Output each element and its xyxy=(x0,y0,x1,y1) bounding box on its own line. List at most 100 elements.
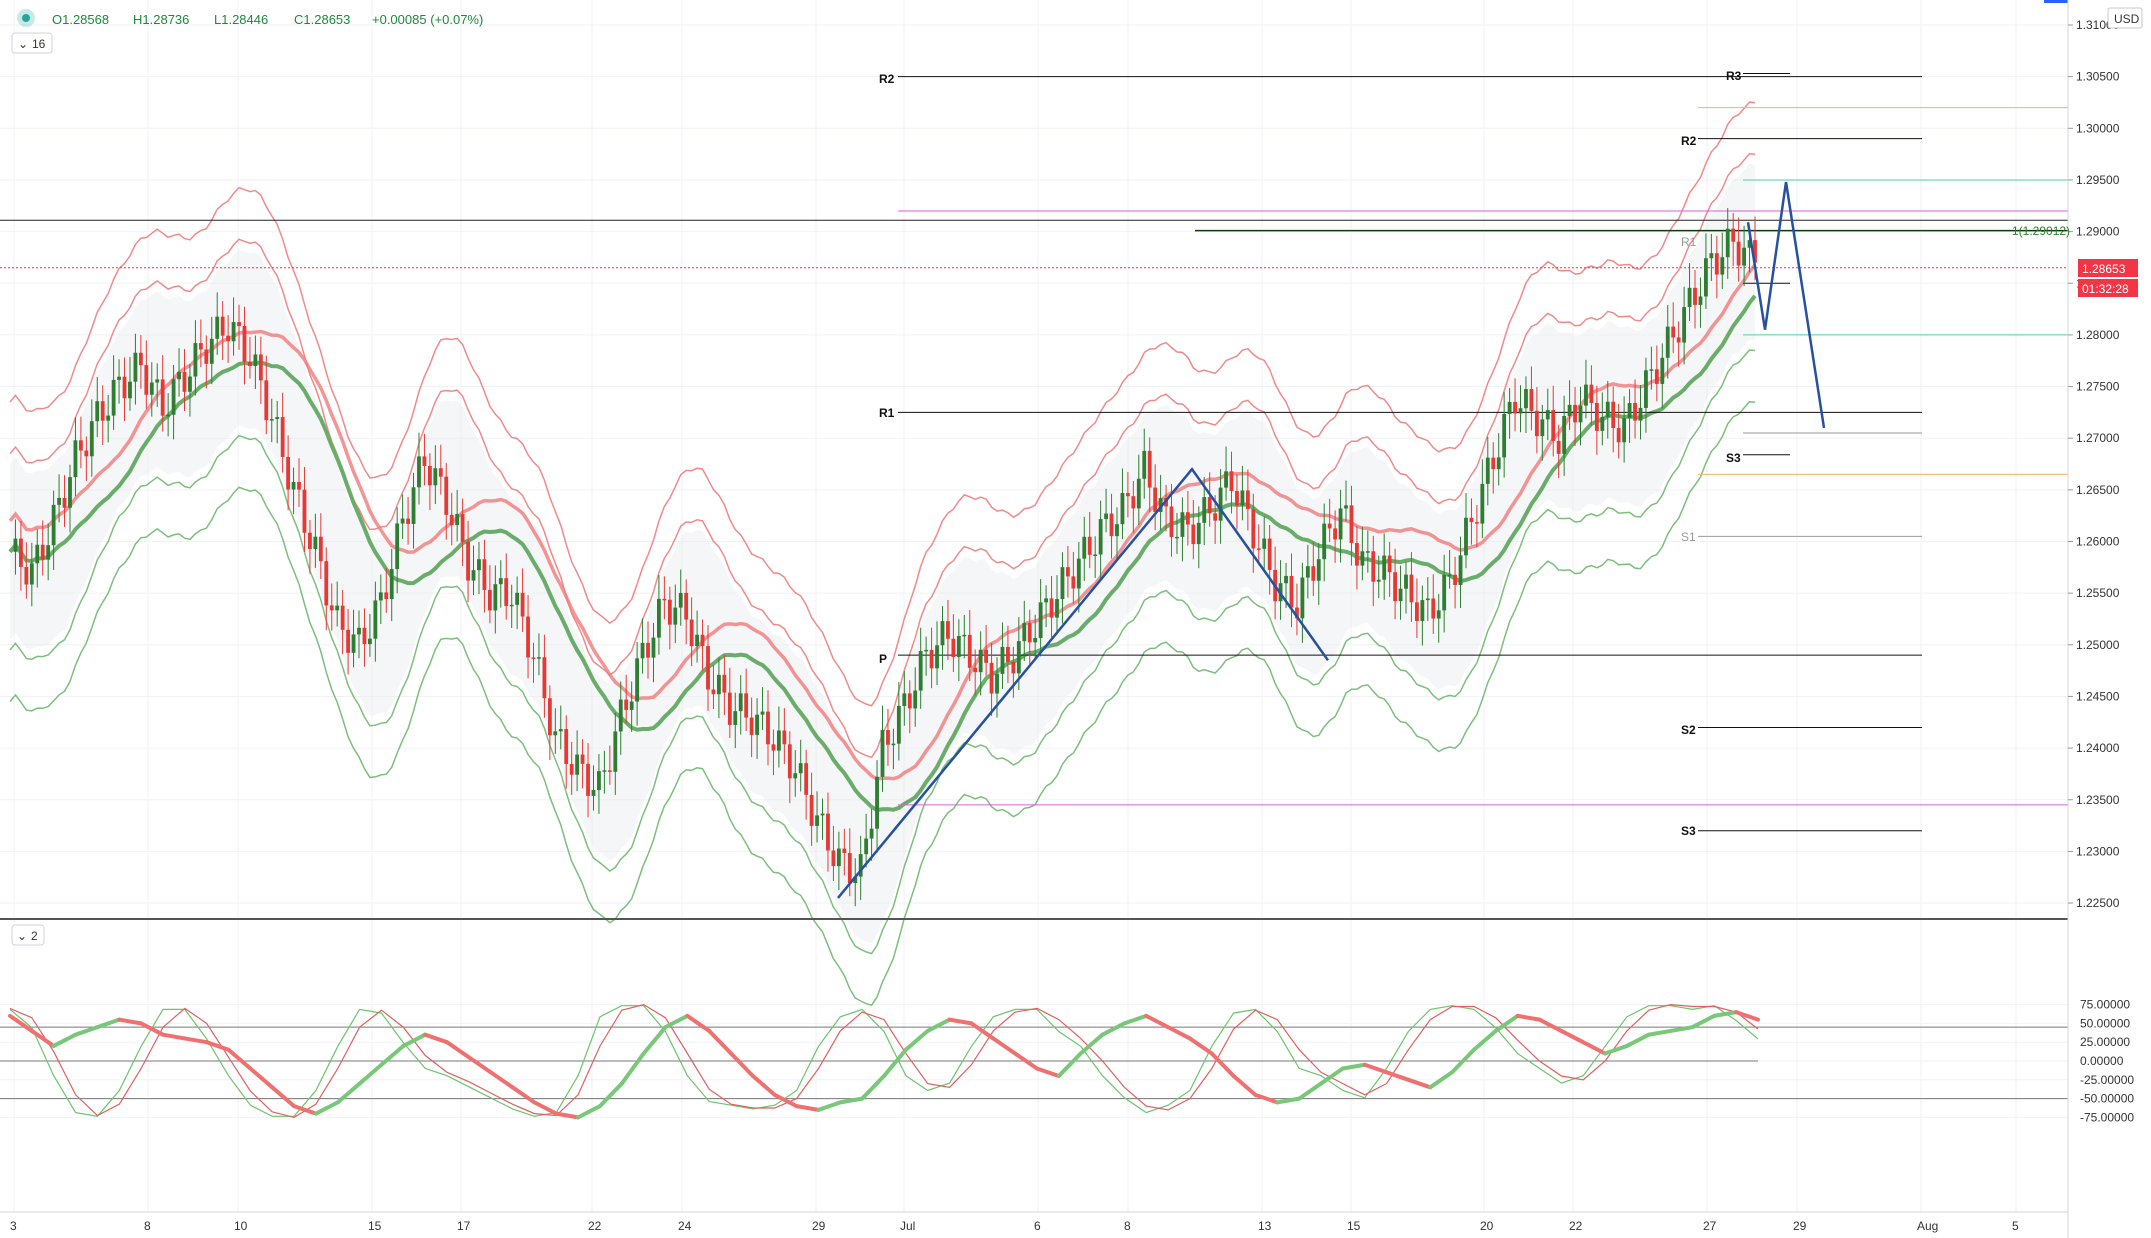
osc-main-segment xyxy=(663,1013,690,1030)
time-tick-label: 22 xyxy=(1569,1219,1583,1233)
candle-bull xyxy=(400,518,405,524)
candle-bull xyxy=(558,729,563,732)
bar-countdown: 01:32:28 xyxy=(2082,282,2129,296)
osc-tick-label: -75.00000 xyxy=(2080,1110,2134,1124)
candle-bear xyxy=(586,763,590,796)
candle-bull xyxy=(1316,559,1321,581)
candle-bear xyxy=(1191,524,1196,545)
candle-bull xyxy=(1115,524,1119,537)
osc-main-segment xyxy=(903,1028,930,1052)
candle-bull xyxy=(1709,253,1714,259)
candle-bear xyxy=(220,316,225,336)
candle-bull xyxy=(1224,471,1228,488)
chart-svg[interactable]: 38101517222429Jul68131520222729Aug5A O1.… xyxy=(0,0,2151,1238)
candle-bear xyxy=(1534,410,1539,437)
candle-bull xyxy=(678,592,683,608)
candle-bull xyxy=(29,563,34,585)
candle-bear xyxy=(1736,241,1741,266)
price-tick-label: 1.22500 xyxy=(2076,896,2120,910)
indicator-toggle-upper[interactable]: ⌄ 16 xyxy=(11,32,53,54)
osc-main-segment xyxy=(729,1051,755,1079)
candle-bull xyxy=(1622,418,1627,443)
candle-bull xyxy=(1627,403,1632,419)
candle-bull xyxy=(1420,600,1425,621)
osc-main-segment xyxy=(1078,1032,1105,1056)
osc-main-segment xyxy=(619,1051,646,1086)
candle-bull xyxy=(455,514,460,526)
candle-bull xyxy=(1458,555,1463,585)
candle-bull xyxy=(166,414,171,417)
chart-stage: 38101517222429Jul68131520222729Aug5A O1.… xyxy=(0,0,2151,1238)
time-tick-label: 10 xyxy=(234,1219,248,1233)
candle-bull xyxy=(1447,574,1452,577)
osc-main-segment xyxy=(1166,1025,1192,1041)
indicator-toggle-lower[interactable]: ⌄ 2 xyxy=(11,924,45,946)
osc-main-segment xyxy=(1275,1096,1302,1105)
candle-bull xyxy=(880,730,885,777)
candle-bear xyxy=(1589,384,1594,403)
candle-bear xyxy=(766,711,770,745)
candle-bear xyxy=(1245,490,1250,510)
candle-bull xyxy=(716,674,721,695)
pivot-right-r3: R3 xyxy=(1726,69,1742,83)
candle-bear xyxy=(444,476,449,515)
candle-bear xyxy=(547,698,552,736)
candle-bull xyxy=(776,730,781,751)
candle-bull xyxy=(1502,413,1507,458)
price-tick-label: 1.28000 xyxy=(2076,328,2120,342)
candle-bear xyxy=(258,354,263,381)
candle-bear xyxy=(1469,517,1474,523)
candle-bear xyxy=(951,638,956,658)
price-tick-label: 1.24000 xyxy=(2076,741,2120,755)
time-tick-label: 24 xyxy=(678,1219,692,1233)
candle-bull xyxy=(1196,522,1201,545)
candle-bear xyxy=(706,646,710,690)
pivot-left-r1: R1 xyxy=(879,406,895,420)
candle-bull xyxy=(602,770,607,772)
candle-bear xyxy=(1414,602,1419,621)
candle-bear xyxy=(1185,512,1190,525)
osc-main-segment xyxy=(379,1043,406,1067)
candle-bull xyxy=(1305,566,1310,578)
candle-bull xyxy=(367,638,372,645)
candle-bear xyxy=(242,326,247,362)
candle-bull xyxy=(1284,575,1288,584)
candle-bear xyxy=(84,450,89,457)
candle-bear xyxy=(1267,538,1272,570)
osc-main-segment xyxy=(1144,1013,1171,1030)
price-tick-label: 1.24500 xyxy=(2076,689,2120,703)
candle-bull xyxy=(335,605,340,611)
candle-bear xyxy=(1431,598,1436,619)
candle-bear xyxy=(929,649,934,669)
osc-main-segment xyxy=(1056,1051,1083,1079)
candle-bear xyxy=(280,417,285,457)
candle-bear xyxy=(427,466,432,486)
currency-badge[interactable]: USD xyxy=(2107,7,2143,29)
candle-bear xyxy=(1551,410,1556,441)
candle-bull xyxy=(613,731,618,772)
candle-bull xyxy=(1055,599,1059,618)
candle-bull xyxy=(493,584,498,611)
candle-bear xyxy=(946,621,950,639)
candle-bear xyxy=(1006,646,1010,662)
osc-main-segment xyxy=(401,1032,428,1048)
candle-bear xyxy=(722,674,727,693)
candle-bull xyxy=(313,536,318,549)
candle-bear xyxy=(1676,337,1681,343)
candle-bull xyxy=(1262,538,1267,549)
candle-bull xyxy=(1567,404,1572,416)
candle-bear xyxy=(1311,566,1316,581)
candle-bear xyxy=(744,693,749,718)
candle-bull xyxy=(133,352,138,382)
candle-bear xyxy=(624,699,629,710)
osc-tick-label: 75.00000 xyxy=(2080,998,2130,1012)
price-axis[interactable]: 1.310001.305001.300001.295001.290001.285… xyxy=(2067,0,2151,1238)
osc-main-segment xyxy=(466,1055,493,1075)
candle-bear xyxy=(1327,523,1332,529)
candle-bear xyxy=(542,657,547,699)
candle-bull xyxy=(820,813,825,816)
candle-bull xyxy=(1742,247,1747,266)
osc-main-segment xyxy=(335,1081,362,1105)
osc-main-segment xyxy=(1581,1040,1608,1056)
candle-bull xyxy=(291,482,296,490)
